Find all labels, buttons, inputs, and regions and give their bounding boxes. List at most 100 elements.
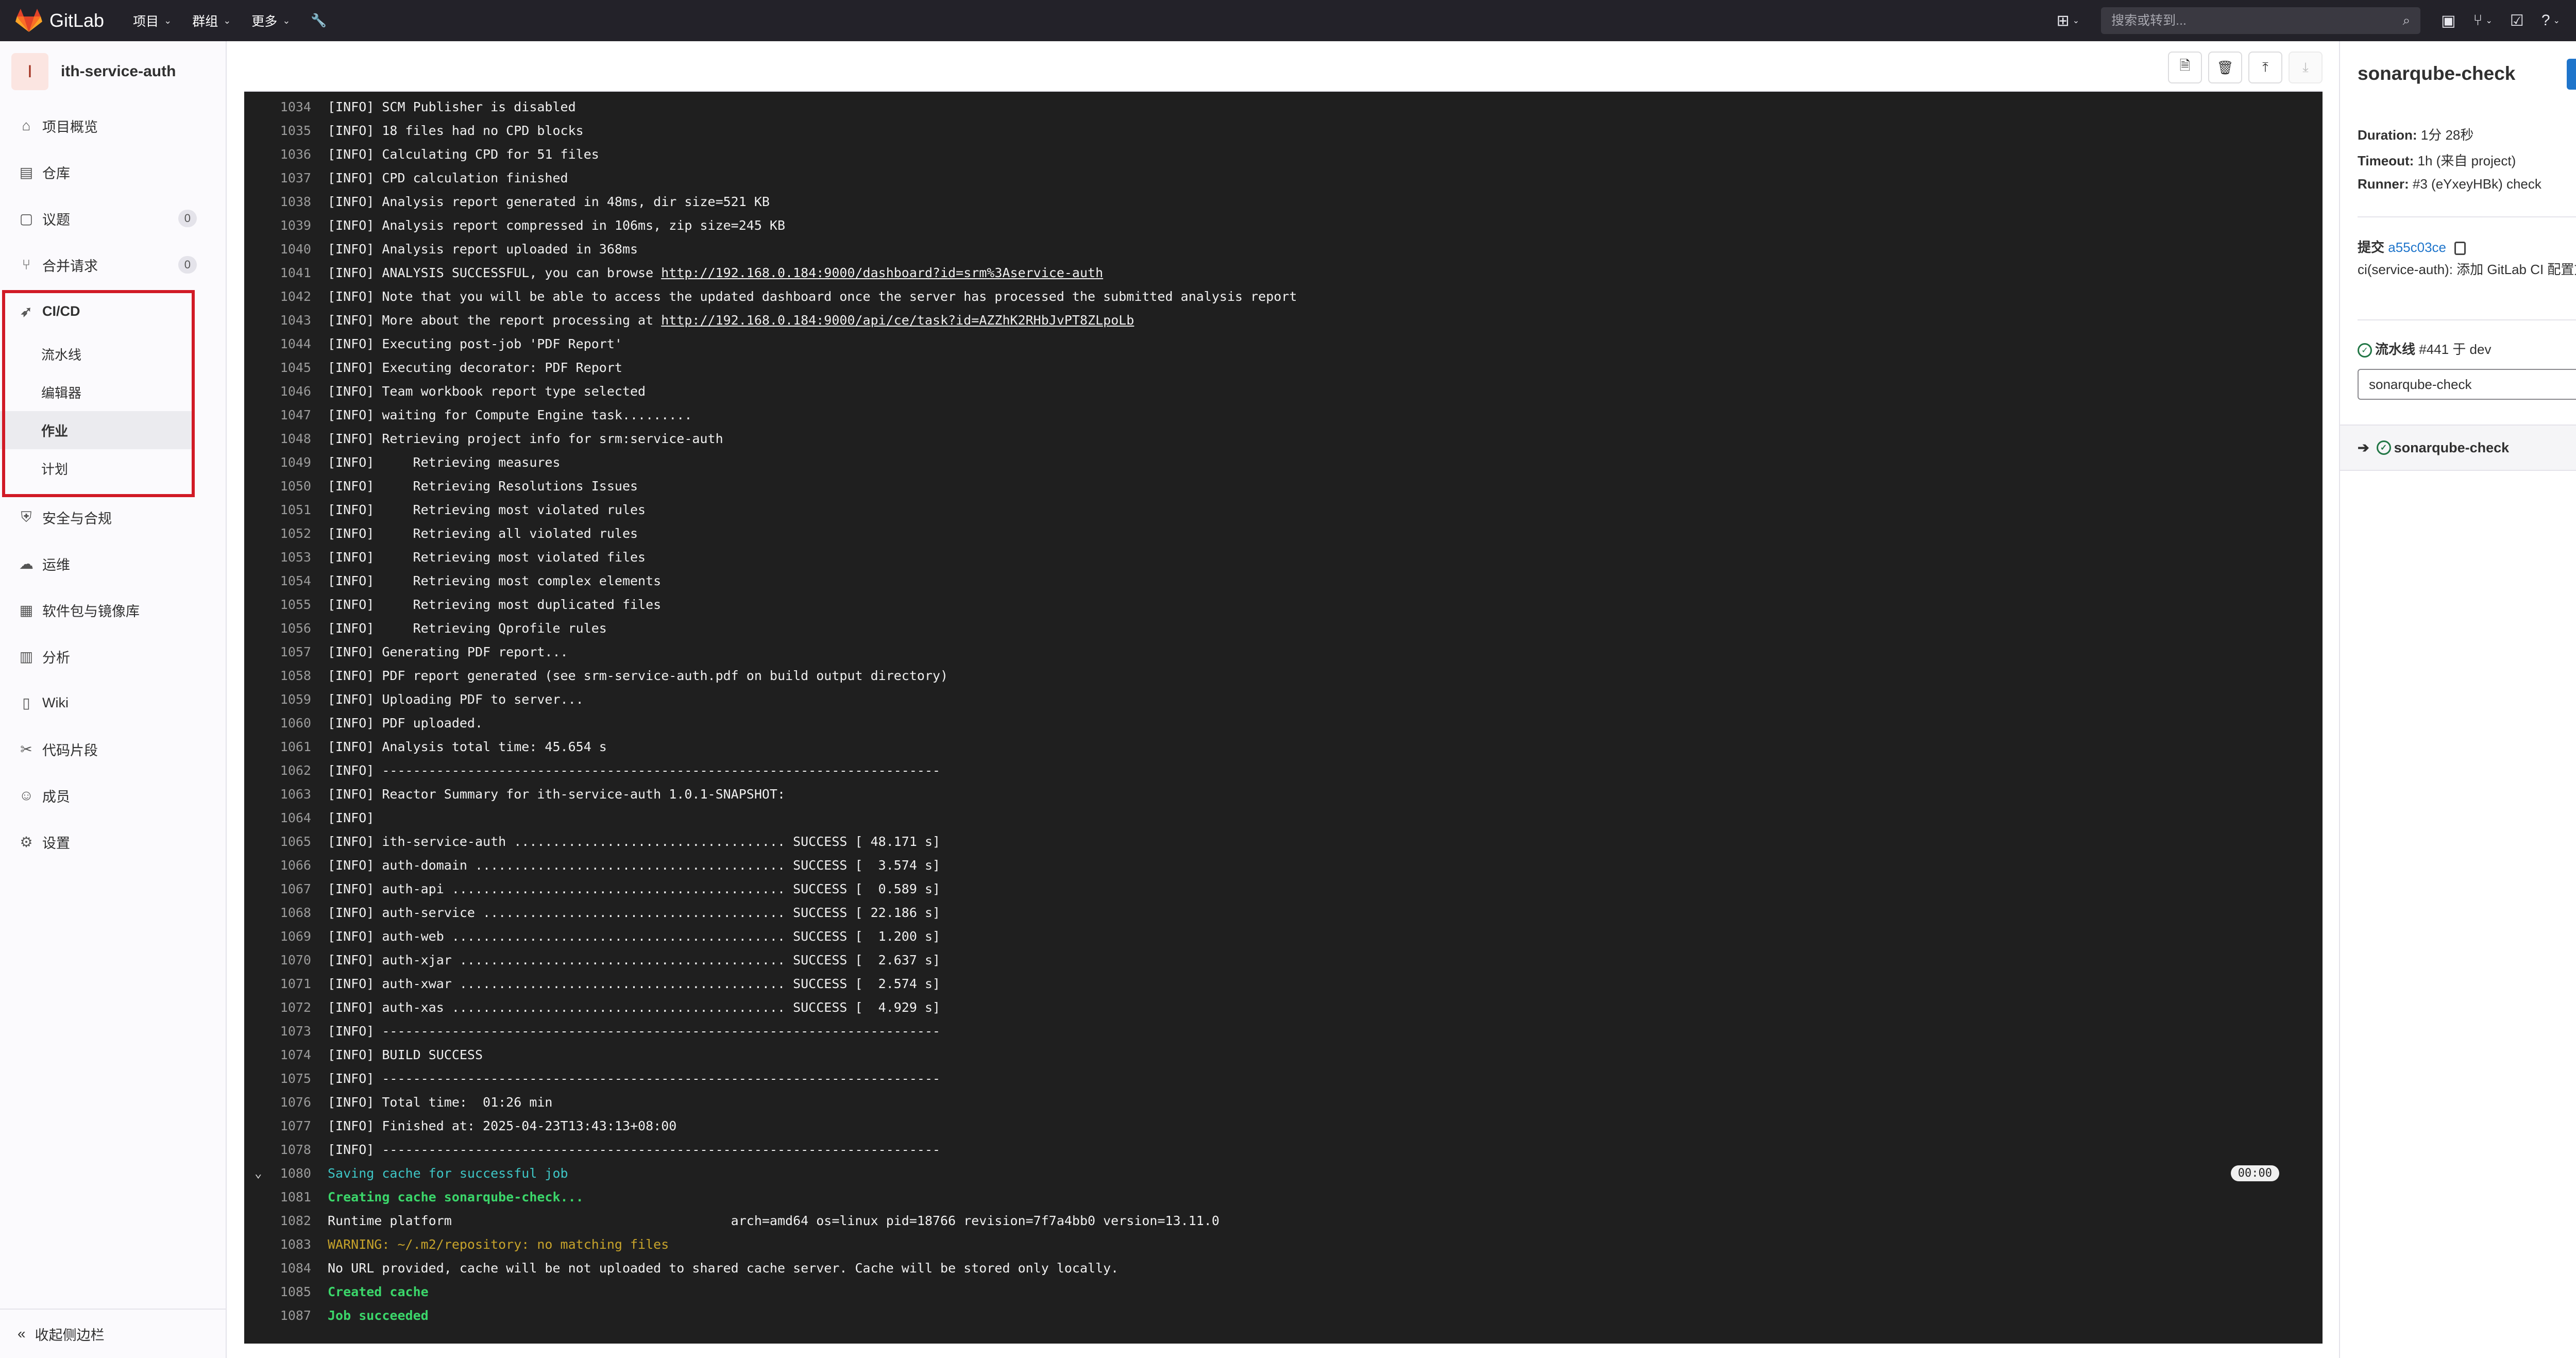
erase-log-button[interactable]: 🗑	[2208, 52, 2242, 83]
log-line-number[interactable]: 1037	[244, 171, 311, 185]
sidebar-item-members[interactable]: ☺ 成员	[0, 775, 226, 816]
log-line-number[interactable]: 1039	[244, 218, 311, 233]
log-line-number[interactable]: 1067	[244, 881, 311, 896]
log-line-number[interactable]: 1076	[244, 1095, 311, 1110]
nav-groups-dropdown[interactable]: 群组 ⌄	[192, 11, 231, 30]
current-job-item[interactable]: ➔ ✓ sonarqube-check	[2340, 425, 2576, 471]
log-line-number[interactable]: 1061	[244, 739, 311, 754]
log-line-number[interactable]: 1041	[244, 265, 311, 280]
log-line-number[interactable]: 1052	[244, 526, 311, 541]
log-line-number[interactable]: 1068	[244, 905, 311, 920]
log-line-number[interactable]: 1071	[244, 976, 311, 991]
sidebar-item-overview[interactable]: ⌂ 项目概览	[0, 105, 226, 146]
log-line-number[interactable]: 1059	[244, 692, 311, 707]
log-line-number[interactable]: 1036	[244, 147, 311, 162]
log-line-number[interactable]: 1038	[244, 194, 311, 209]
log-line-text: [INFO] Analysis report generated in 48ms…	[328, 194, 770, 209]
section-toggle-chevron-icon[interactable]: ⌄	[255, 1166, 262, 1180]
sidebar-item-wiki[interactable]: ▯ Wiki	[0, 682, 226, 723]
stage-select[interactable]: sonarqube-check⌄	[2358, 369, 2576, 400]
log-line-number[interactable]: 1057	[244, 644, 311, 659]
log-line-text: [INFO] BUILD SUCCESS	[328, 1047, 483, 1062]
sidebar-item-merge-requests[interactable]: ⑂ 合并请求 0	[0, 244, 226, 285]
nav-projects-dropdown[interactable]: 项目 ⌄	[133, 11, 172, 30]
log-line-number[interactable]: 1065	[244, 834, 311, 849]
sidebar-item-operations[interactable]: ☁ 运维	[0, 543, 226, 584]
gitlab-home-link[interactable]: GitLab	[15, 8, 104, 33]
retry-button[interactable]: 重试	[2567, 59, 2576, 90]
log-text: [INFO] Analysis total time: 45.654 s	[328, 739, 607, 754]
log-line-number[interactable]: 1045	[244, 360, 311, 375]
log-line-number[interactable]: 1073	[244, 1024, 311, 1039]
log-text: [INFO] auth-domain .....................…	[328, 857, 941, 873]
log-line-number[interactable]: 1040	[244, 242, 311, 257]
log-line-number[interactable]: 1085	[244, 1284, 311, 1299]
log-line-number[interactable]: 1078	[244, 1142, 311, 1157]
log-link[interactable]: http://192.168.0.184:9000/dashboard?id=s…	[661, 265, 1103, 280]
timeout-value: 1h (来自 project)	[2417, 153, 2516, 168]
log-line-number[interactable]: 1064	[244, 810, 311, 825]
commit-sha-link[interactable]: a55c03ce	[2388, 240, 2446, 255]
log-line-number[interactable]: 1034	[244, 99, 311, 114]
sidebar-item-issues[interactable]: ▢ 议题 0	[0, 198, 226, 239]
log-line-number[interactable]: 1051	[244, 502, 311, 517]
log-line-number[interactable]: 1056	[244, 621, 311, 636]
help-dropdown[interactable]: ? ⌄	[2541, 12, 2560, 29]
log-line-number[interactable]: 1062	[244, 763, 311, 778]
cloud-icon: ☁	[19, 555, 33, 572]
log-line-number[interactable]: 1046	[244, 384, 311, 399]
log-line-number[interactable]: 1048	[244, 431, 311, 446]
sidebar-item-snippets[interactable]: ✂ 代码片段	[0, 728, 226, 770]
new-item-dropdown[interactable]: ⊞ ⌄	[2057, 12, 2080, 30]
log-line-number[interactable]: 1042	[244, 289, 311, 304]
log-line-number[interactable]: 1074	[244, 1047, 311, 1062]
search-box[interactable]: ⌕	[2101, 7, 2421, 34]
log-line-number[interactable]: 1035	[244, 123, 311, 138]
sidebar-item-packages[interactable]: ▦ 软件包与镜像库	[0, 589, 226, 631]
log-line-number[interactable]: 1049	[244, 455, 311, 470]
log-line-number[interactable]: 1060	[244, 716, 311, 731]
log-line-number[interactable]: 1083	[244, 1237, 311, 1252]
log-line-number[interactable]: 1047	[244, 408, 311, 422]
log-line-number[interactable]: 1055	[244, 597, 311, 612]
log-line-number[interactable]: 1053	[244, 550, 311, 565]
sidebar-item-analytics[interactable]: ▥ 分析	[0, 636, 226, 677]
search-input[interactable]	[2111, 13, 2403, 28]
log-line-number[interactable]: 1066	[244, 858, 311, 873]
log-line-number[interactable]: 1043	[244, 313, 311, 328]
log-line-number[interactable]: 1054	[244, 573, 311, 588]
sidebar-item-settings[interactable]: ⚙ 设置	[0, 821, 226, 862]
log-line-number[interactable]: 1077	[244, 1118, 311, 1133]
sidebar-item-security[interactable]: ⛨ 安全与合规	[0, 497, 226, 538]
pipeline-value[interactable]: #441 于 dev	[2419, 342, 2491, 357]
collapse-sidebar-button[interactable]: « 收起侧边栏	[0, 1309, 226, 1358]
log-line-number[interactable]: 1070	[244, 953, 311, 967]
log-line-text: [INFO] PDF uploaded.	[328, 716, 483, 731]
admin-wrench-icon[interactable]: 🔧	[311, 13, 327, 28]
log-line-number[interactable]: 1063	[244, 787, 311, 802]
log-line-number[interactable]: 1087	[244, 1308, 311, 1323]
log-line: 1074 [INFO] BUILD SUCCESS	[244, 1043, 2323, 1066]
log-line-number[interactable]: 1072	[244, 1000, 311, 1015]
log-line-number[interactable]: 1069	[244, 929, 311, 944]
log-line-number[interactable]: 1084	[244, 1261, 311, 1276]
sidebar-item-repository[interactable]: ▤ 仓库	[0, 151, 226, 193]
log-line-number[interactable]: 1058	[244, 668, 311, 683]
nav-more-dropdown[interactable]: 更多 ⌄	[251, 11, 290, 30]
scroll-bottom-button[interactable]: ⤓	[2289, 52, 2323, 83]
issues-shortcut-icon[interactable]: ▣	[2441, 12, 2455, 30]
log-link[interactable]: http://192.168.0.184:9000/api/ce/task?id…	[661, 313, 1134, 328]
show-raw-button[interactable]: 🗎	[2168, 52, 2202, 83]
merge-requests-dropdown[interactable]: ⑂ ⌄	[2473, 12, 2493, 29]
log-line-number[interactable]: 1075	[244, 1071, 311, 1086]
todo-icon[interactable]: ☑	[2510, 12, 2524, 30]
pipeline-label[interactable]: 流水线	[2375, 342, 2415, 357]
cicd-highlight-box	[2, 290, 195, 497]
copy-icon[interactable]	[2454, 242, 2466, 256]
project-header[interactable]: I ith-service-auth	[0, 41, 226, 102]
log-line-number[interactable]: 1081	[244, 1190, 311, 1204]
log-line-number[interactable]: 1050	[244, 479, 311, 494]
log-line-number[interactable]: 1044	[244, 336, 311, 351]
log-line-number[interactable]: 1082	[244, 1213, 311, 1228]
scroll-top-button[interactable]: ⤒	[2248, 52, 2282, 83]
